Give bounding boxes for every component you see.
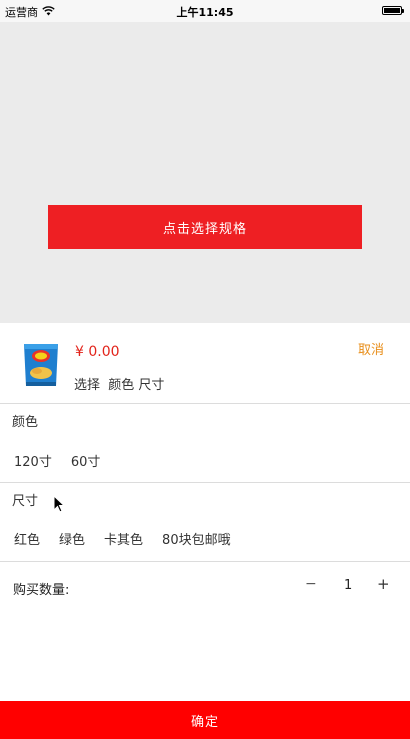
option-row-color: 120寸 60寸: [14, 451, 119, 470]
option-60[interactable]: 60寸: [71, 451, 101, 470]
option-80-free-shipping[interactable]: 80块包邮哦: [162, 529, 231, 548]
spec-hint: 选择 颜色 尺寸: [74, 378, 165, 393]
quantity-value: 1: [344, 578, 353, 593]
option-red[interactable]: 红色: [14, 529, 40, 548]
mouse-cursor-icon: [53, 494, 66, 513]
divider: [0, 561, 410, 562]
confirm-button[interactable]: 确定: [0, 701, 410, 739]
status-bar: 运营商 上午11:45: [0, 0, 410, 22]
option-row-size: 红色 绿色 卡其色 80块包邮哦: [14, 529, 250, 548]
quantity-label: 购买数量:: [13, 583, 70, 598]
status-time: 上午11:45: [176, 6, 234, 19]
select-spec-button[interactable]: 点击选择规格: [48, 205, 362, 249]
option-green[interactable]: 绿色: [59, 529, 85, 548]
cancel-button[interactable]: 取消: [358, 339, 384, 358]
quantity-plus-button[interactable]: +: [377, 575, 390, 593]
chips-bag-icon: [20, 341, 62, 389]
spec-sheet: ¥ 0.00 选择 颜色 尺寸 取消 颜色 120寸 60寸 尺寸 红色 绿色 …: [0, 323, 410, 739]
group-title-color: 颜色: [12, 415, 39, 430]
option-khaki[interactable]: 卡其色: [104, 529, 143, 548]
group-title-size: 尺寸: [12, 494, 39, 509]
product-price: ¥ 0.00: [75, 344, 120, 360]
battery-icon: [382, 6, 404, 15]
battery-fill: [384, 8, 400, 13]
option-120[interactable]: 120寸: [14, 451, 52, 470]
product-header: ¥ 0.00 选择 颜色 尺寸 取消: [0, 323, 410, 403]
divider: [0, 403, 410, 404]
divider: [0, 482, 410, 483]
quantity-minus-button[interactable]: −: [305, 576, 317, 592]
